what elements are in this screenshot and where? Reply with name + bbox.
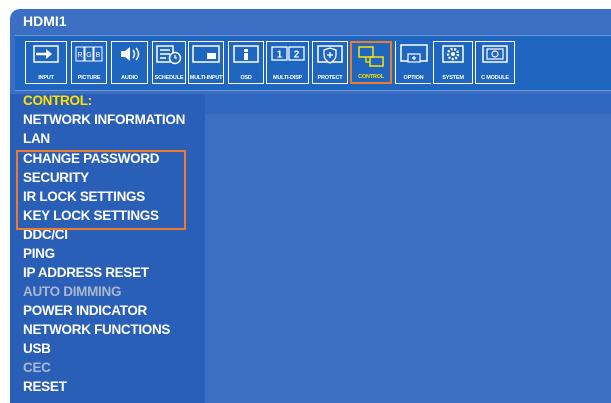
toolbar-multi-disp-button[interactable]: 1 2 MULTI-DISP (266, 41, 309, 84)
menu-item-cec: CEC (23, 360, 51, 375)
svg-text:R: R (77, 52, 82, 59)
menu-item-ping[interactable]: PING (23, 246, 55, 261)
protect-icon (317, 45, 343, 70)
audio-icon (118, 45, 142, 68)
toolbar-system-button[interactable]: SYSTEM (433, 41, 473, 84)
toolbar-audio-button[interactable]: AUDIO (111, 41, 148, 84)
svg-text:B: B (96, 52, 101, 59)
menu-item-network-information[interactable]: NETWORK INFORMATION (23, 112, 185, 127)
toolbar-label: PICTURE (77, 75, 101, 81)
menu-item-reset[interactable]: RESET (23, 379, 67, 394)
input-source-title: HDMI1 (23, 13, 67, 29)
picture-icon: R G B (75, 45, 103, 68)
toolbar-schedule-button[interactable]: SCHEDULE (152, 41, 186, 84)
toolbar-label: OSD (240, 75, 252, 81)
toolbar-label: MULTI-INPUT (189, 75, 223, 81)
svg-text:1: 1 (276, 50, 282, 61)
toolbar-c-module-button[interactable]: C MODULE (475, 41, 515, 84)
toolbar-label: INPUT (38, 75, 54, 81)
menu-header-bar (205, 94, 611, 114)
toolbar-multi-input-button[interactable]: MULTI-INPUT (188, 41, 224, 84)
multi-input-icon (192, 45, 220, 68)
toolbar-picture-button[interactable]: R G B PICTURE (71, 41, 107, 84)
schedule-icon (156, 45, 182, 70)
menu-item-auto-dimming: AUTO DIMMING (23, 284, 122, 299)
toolbar-protect-button[interactable]: PROTECT (312, 41, 348, 84)
toolbar-label: PROTECT (317, 75, 343, 81)
highlight-box (16, 150, 186, 230)
system-icon (440, 45, 466, 70)
menu-item-usb[interactable]: USB (23, 341, 51, 356)
control-icon (357, 46, 385, 73)
c-module-icon (481, 45, 509, 70)
menu-heading: CONTROL: (23, 93, 92, 108)
input-icon (33, 45, 59, 68)
osd-icon (233, 45, 259, 68)
toolbar-osd-button[interactable]: OSD (228, 41, 264, 84)
svg-text:G: G (86, 52, 91, 59)
menu-item-ip-address-reset[interactable]: IP ADDRESS RESET (23, 265, 149, 280)
toolbar-input-button[interactable]: INPUT (25, 41, 67, 84)
menu-item-lan[interactable]: LAN (23, 131, 50, 146)
menu-toolbar: INPUT R G B PICTURE AUDIO SCHEDULE MULTI… (15, 35, 611, 91)
multi-disp-icon: 1 2 (270, 45, 305, 68)
toolbar-label: OPTION (403, 75, 424, 81)
toolbar-label: C MODULE (481, 75, 509, 81)
toolbar-label: SCHEDULE (154, 75, 184, 81)
osd-screen: HDMI1 INPUT R G B PICTURE AUDIO SCHEDULE… (10, 9, 611, 403)
menu-item-power-indicator[interactable]: POWER INDICATOR (23, 303, 147, 318)
toolbar-label: AUDIO (121, 75, 138, 81)
toolbar-label: SYSTEM (442, 75, 464, 81)
toolbar-option-button[interactable]: OPTION (395, 41, 431, 84)
toolbar-label: MULTI-DISP (272, 75, 303, 81)
toolbar-label: CONTROL (358, 74, 384, 80)
toolbar-control-button[interactable]: CONTROL (350, 41, 392, 84)
svg-text:2: 2 (293, 50, 299, 61)
menu-item-network-functions[interactable]: NETWORK FUNCTIONS (23, 322, 170, 337)
option-icon (399, 44, 428, 69)
